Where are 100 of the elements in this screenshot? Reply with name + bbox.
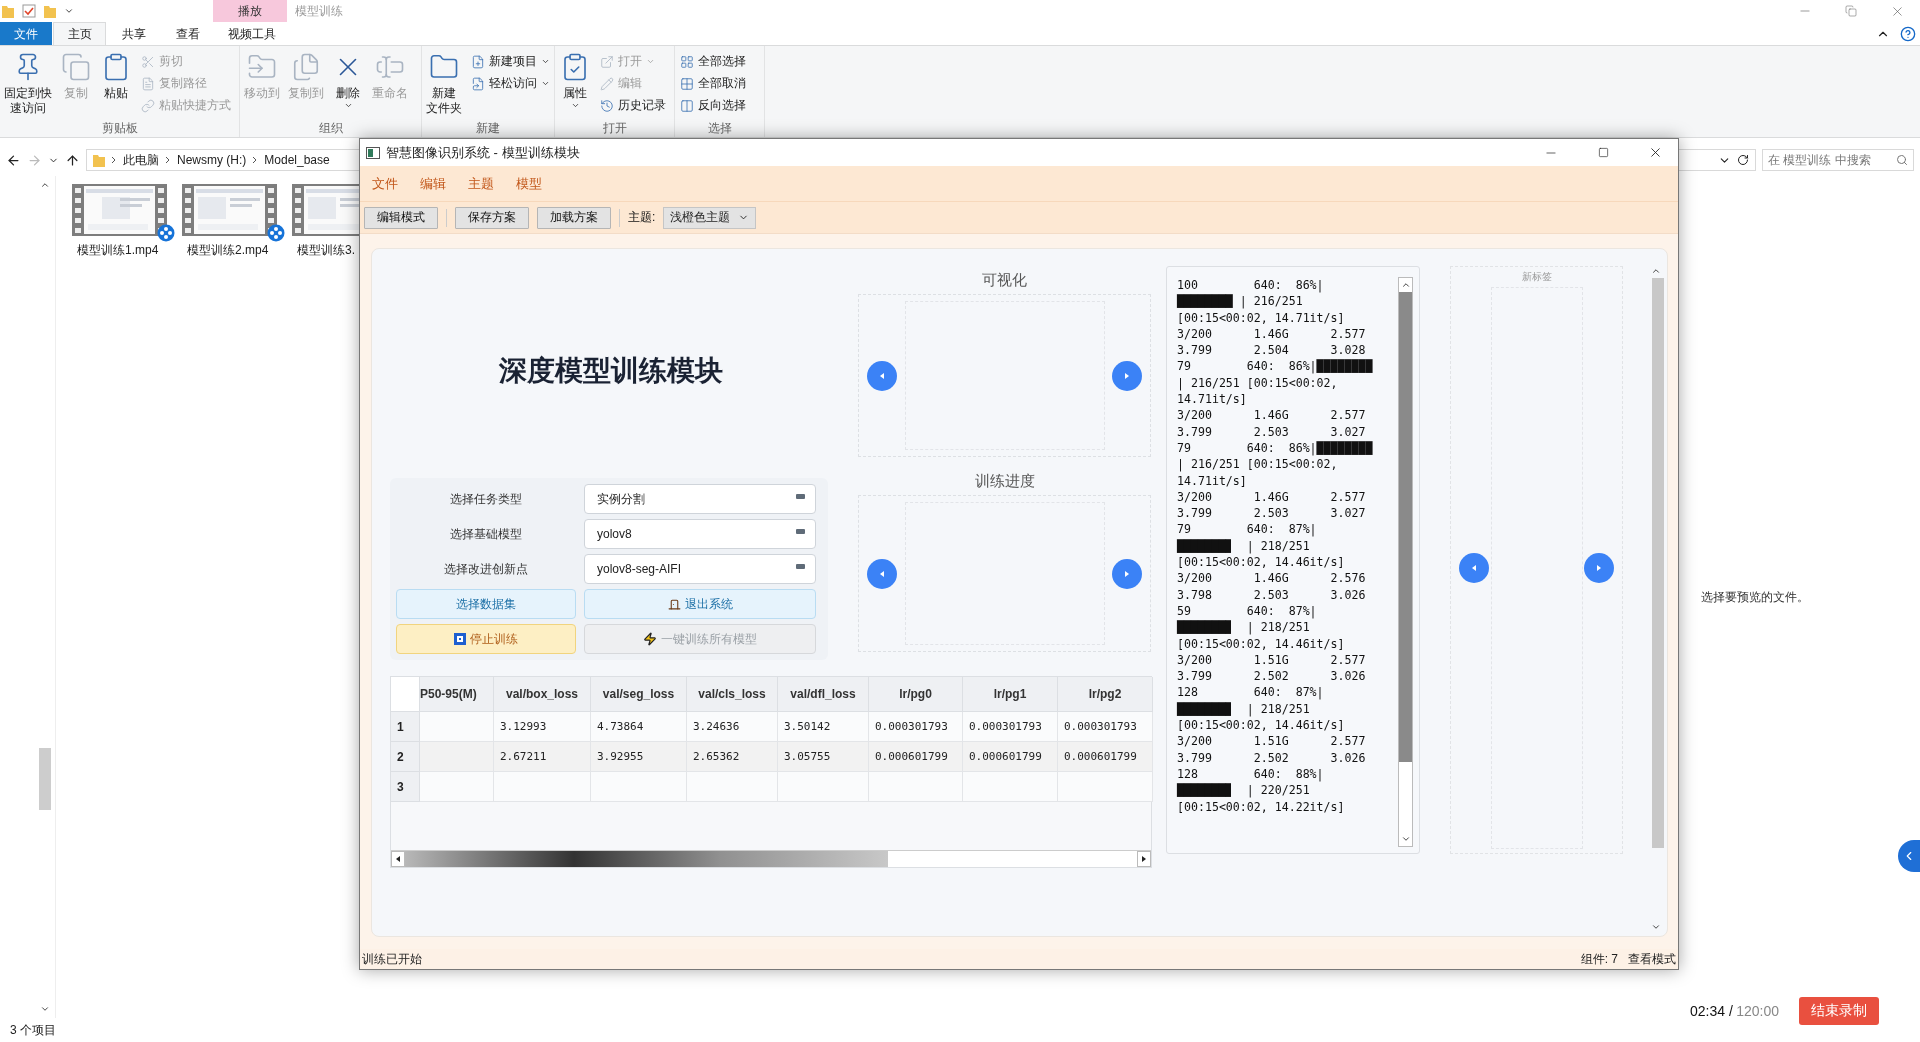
next-button[interactable] [1584,553,1614,583]
ribbon-tab[interactable]: 主页 [53,22,106,45]
app-icon [366,146,380,159]
scroll-up-icon[interactable] [40,180,50,190]
file-name[interactable]: 模型训练1.mp4 [72,242,159,259]
caret-icon [646,57,655,66]
time-limit: 120:00 [1736,1003,1779,1019]
ribbon-button[interactable]: 粘贴 [98,50,134,121]
scrollbar-thumb[interactable] [1652,278,1664,848]
ribbon-tab[interactable]: 共享 [107,22,160,45]
column-header[interactable]: val/seg_loss [591,677,687,712]
action-button[interactable]: 退出系统 [584,589,816,619]
table-cell: 3.50142 [778,712,869,742]
right-triangle-icon [1123,371,1131,380]
select-field[interactable]: yolov8-seg-AIFI [584,554,816,584]
column-header[interactable]: P50-95(M) [420,677,494,712]
column-header[interactable]: val/cls_loss [687,677,778,712]
ribbon-button[interactable]: 反向选择 [677,96,749,115]
table-cell: 0.000601799 [1058,742,1153,772]
next-button[interactable] [1112,360,1142,391]
restore-icon[interactable] [1845,5,1857,17]
ribbon-button[interactable]: 全部取消 [677,74,749,93]
up-icon[interactable] [65,152,80,168]
ribbon-button[interactable]: 全部选择 [677,52,749,71]
stop-recording-button[interactable]: 结束录制 [1799,997,1879,1025]
search-field[interactable]: 在 模型训练 中搜索 [1762,149,1914,171]
maximize-icon[interactable] [1597,147,1609,158]
log-line: | 216/251 [00:15<00:02, [1177,374,1339,392]
right-triangle-icon [1595,564,1603,572]
scrollbar-thumb[interactable] [1399,292,1412,762]
group-label: 选择 [706,121,733,135]
breadcrumb[interactable]: Newsmy (H:) [177,153,247,167]
row-header[interactable]: 2 [391,742,420,772]
scrollbar-thumb[interactable] [405,851,888,867]
window-title: 模型训练 [294,2,343,20]
next-button[interactable] [1112,558,1142,589]
previous-button[interactable] [867,558,897,589]
chevron-down-icon [1400,834,1411,844]
action-button[interactable]: 停止训练 [396,624,576,654]
chevron-icon [165,156,171,164]
scroll-down-icon[interactable] [40,1004,50,1014]
scroll-left-button[interactable] [391,851,405,867]
menu-item[interactable]: 模型 [516,174,542,193]
help-icon[interactable] [1900,25,1916,42]
breadcrumb[interactable]: Model_base [264,153,330,167]
file-name[interactable]: 模型训练3. [292,242,355,259]
caret-icon[interactable] [64,6,74,16]
column-header[interactable]: lr/pg0 [869,677,963,712]
right-triangle-icon [1123,569,1131,578]
pages-icon [61,52,91,82]
ribbon-tab[interactable]: 查看 [161,22,214,45]
log-line: 3.799 2.502 3.026 [1177,749,1367,766]
scroll-up-icon[interactable] [1651,266,1661,276]
scrollbar-thumb[interactable] [39,748,51,810]
scroll-down-icon[interactable] [1651,922,1661,932]
ribbon-tab[interactable]: 视频工具 [215,22,289,45]
table-cell: 2.67211 [494,742,591,772]
document-icon [141,76,155,91]
log-line: 128 640: 87%| [1177,684,1325,701]
ribbon-button[interactable]: 属性 [557,50,593,121]
file-name[interactable]: 模型训练2.mp4 [182,242,269,259]
action-button[interactable]: 选择数据集 [396,589,576,619]
columns-icon [680,98,694,113]
ribbon-button[interactable]: 历史记录 [597,96,669,115]
toolbar-button[interactable]: 加载方案 [537,206,611,229]
row-header[interactable]: 3 [391,772,420,802]
ribbon-button[interactable]: 轻松访问 [468,74,553,93]
previous-button[interactable] [1459,553,1489,583]
file-plus-icon [471,54,485,69]
checkbox-icon[interactable] [22,4,36,18]
ribbon-button[interactable]: 新建项目 [468,52,553,71]
previous-button[interactable] [867,360,897,391]
menu-item[interactable]: 文件 [372,174,398,193]
toolbar-button[interactable]: 编辑模式 [364,206,438,229]
select-field[interactable]: 实例分割 [584,484,816,514]
back-icon[interactable] [6,152,21,168]
column-header[interactable]: lr/pg2 [1058,677,1153,712]
column-header[interactable]: val/box_loss [494,677,591,712]
status-text: 3 个项目 [10,1021,56,1039]
dash-icon [796,494,805,499]
select-field[interactable]: yolov8 [584,519,816,549]
breadcrumb[interactable]: 此电脑 [123,151,159,169]
ribbon-button[interactable]: 删除 [330,50,366,121]
theme-select[interactable]: 浅橙色主题 [663,206,757,229]
toolbar-button[interactable]: 保存方案 [455,206,529,229]
table-cell: 3.92955 [591,742,687,772]
row-header[interactable]: 1 [391,712,420,742]
ribbon-button[interactable]: 新建 文件夹 [424,50,464,121]
side-tab[interactable] [1898,840,1920,872]
column-header[interactable]: lr/pg1 [963,677,1058,712]
refresh-icon[interactable] [1737,154,1749,166]
menu-item[interactable]: 主题 [468,174,494,193]
pencil-icon [600,76,614,91]
ribbon-tab[interactable]: 文件 [0,22,52,45]
table-cell: 2.65362 [687,742,778,772]
menu-item[interactable]: 编辑 [420,174,446,193]
scroll-right-button[interactable] [1137,851,1151,867]
ribbon-button[interactable]: 固定到快 速访问 [2,50,54,121]
column-header[interactable]: val/dfl_loss [778,677,869,712]
log-line: 3.798 2.503 3.026 [1177,586,1367,603]
